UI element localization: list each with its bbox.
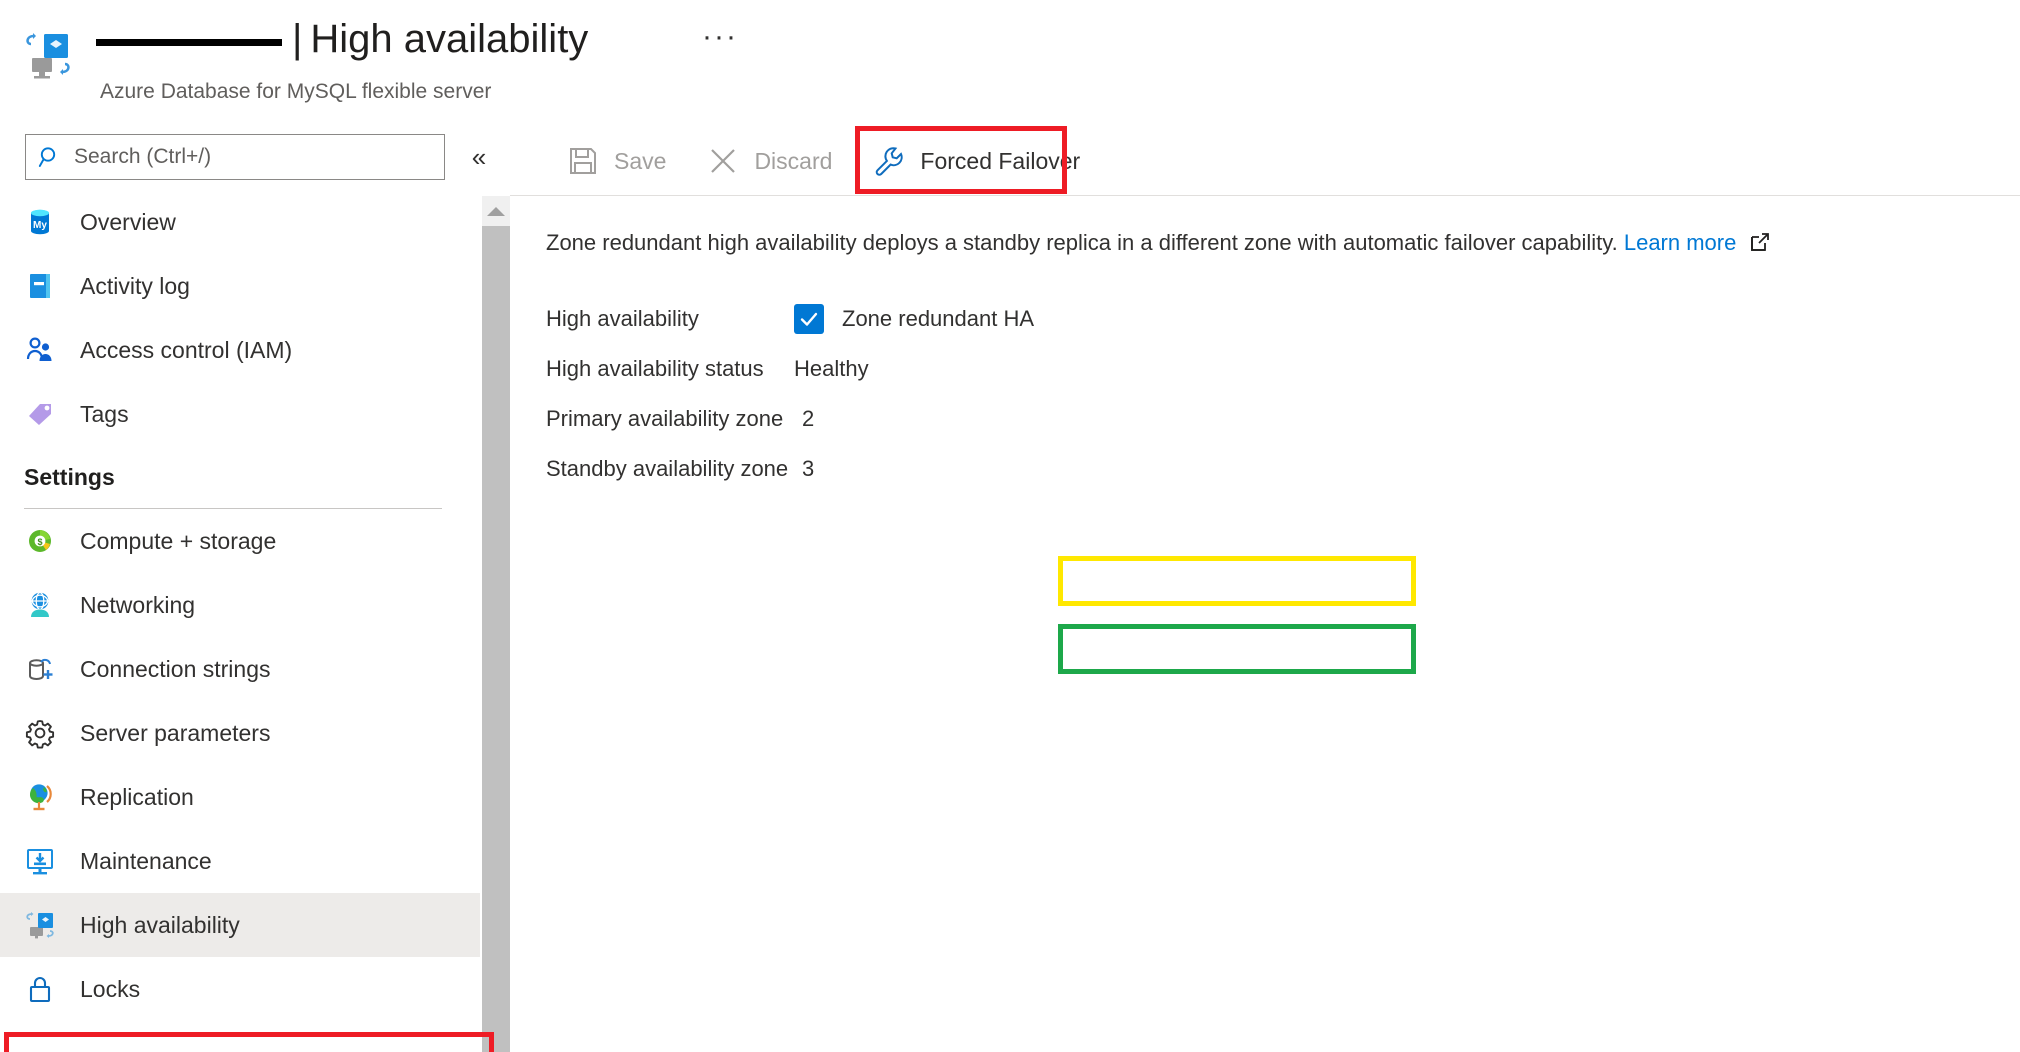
sidebar-item-server-parameters[interactable]: Server parameters: [0, 701, 498, 765]
search-icon: [38, 145, 62, 169]
row-label: Primary availability zone: [546, 405, 784, 431]
sidebar-item-tags[interactable]: Tags: [0, 382, 498, 446]
sidebar-item-label: Server parameters: [80, 719, 271, 746]
compute-storage-icon: $: [22, 523, 58, 559]
sidebar: « My Overview: [0, 118, 498, 1052]
checkbox-label: Zone redundant HA: [842, 305, 1035, 331]
ha-description: Zone redundant high availability deploys…: [546, 228, 2006, 258]
status-badge: Healthy: [794, 355, 869, 381]
sidebar-item-label: Replication: [80, 783, 194, 810]
sidebar-item-label: Overview: [80, 208, 176, 235]
wrench-icon: [872, 144, 906, 178]
row-label: Standby availability zone: [546, 455, 789, 481]
toolbar-divider: [510, 195, 2020, 196]
sidebar-item-access-control[interactable]: Access control (IAM): [0, 318, 498, 382]
collapse-sidebar-button[interactable]: «: [462, 142, 496, 174]
row-value: 3: [802, 455, 815, 481]
sidebar-item-label: Connection strings: [80, 655, 271, 682]
sidebar-item-label: Locks: [80, 975, 141, 1002]
ha-row-status: High availability status Healthy: [546, 344, 2006, 394]
high-availability-settings: Zone redundant high availability deploys…: [546, 228, 2006, 494]
row-value: 2: [802, 405, 815, 431]
sidebar-item-label: Networking: [80, 591, 196, 618]
networking-icon: [22, 587, 58, 623]
chevron-up-icon: [487, 206, 505, 216]
main-content: Save Discard Forced Failover Zone redund…: [510, 118, 2020, 1052]
sidebar-item-label: Activity log: [80, 272, 190, 299]
page-subtitle: Azure Database for MySQL flexible server: [100, 80, 492, 103]
row-label: High availability: [546, 305, 699, 331]
sidebar-item-label: Tags: [80, 400, 129, 427]
sidebar-item-label: Access control (IAM): [80, 336, 293, 363]
search-box[interactable]: [25, 134, 445, 180]
tag-icon: [22, 396, 58, 432]
learn-more-link[interactable]: Learn more: [1624, 230, 1737, 255]
ha-row-standby-zone: Standby availability zone 3: [546, 444, 2006, 494]
access-control-icon: [22, 332, 58, 368]
ha-description-text: Zone redundant high availability deploys…: [546, 230, 1618, 255]
sidebar-group-title-settings: Settings: [24, 463, 115, 490]
connection-strings-icon: [22, 651, 58, 687]
globe-icon: [22, 779, 58, 815]
sidebar-nav-list: My Overview Activity log Access control …: [0, 190, 498, 1021]
save-button-label: Save: [614, 147, 667, 174]
scrollbar-thumb[interactable]: [482, 226, 510, 1052]
search-input[interactable]: [72, 144, 412, 170]
gear-icon: [22, 715, 58, 751]
scroll-up-button[interactable]: [482, 196, 510, 226]
high-availability-icon: [22, 907, 58, 943]
azure-portal-high-availability-page: | High availability ··· Azure Database f…: [0, 0, 2020, 1052]
page-title: High availability: [310, 17, 589, 61]
zone-redundant-ha-checkbox[interactable]: [794, 303, 824, 334]
lock-icon: [22, 971, 58, 1007]
sidebar-item-activity-log[interactable]: Activity log: [0, 254, 498, 318]
close-icon: [706, 144, 740, 178]
sidebar-item-locks[interactable]: Locks: [0, 957, 498, 1021]
title-separator: |: [292, 17, 303, 61]
redacted-resource-name: [96, 38, 282, 46]
discard-button[interactable]: Discard: [690, 130, 848, 192]
sidebar-item-connection-strings[interactable]: Connection strings: [0, 637, 498, 701]
sidebar-item-maintenance[interactable]: Maintenance: [0, 829, 498, 893]
svg-text:$: $: [37, 537, 42, 547]
primary-zone-highlight: [1058, 556, 1416, 606]
mysql-ha-resource-icon: [22, 28, 74, 80]
page-header: | High availability ··· Azure Database f…: [0, 0, 2020, 118]
sidebar-item-overview[interactable]: My Overview: [0, 190, 498, 254]
discard-button-label: Discard: [754, 147, 833, 174]
ha-row-primary-zone: Primary availability zone 2: [546, 394, 2006, 444]
forced-failover-button[interactable]: Forced Failover: [856, 130, 1096, 192]
sidebar-item-networking[interactable]: Networking: [0, 573, 498, 637]
command-toolbar: Save Discard Forced Failover: [550, 128, 1096, 194]
sidebar-item-label: Maintenance: [80, 847, 212, 874]
row-value: Zone redundant HA: [794, 303, 1035, 334]
more-menu-button[interactable]: ···: [700, 22, 740, 60]
high-availability-nav-highlight: [4, 1032, 494, 1052]
activity-log-icon: [22, 268, 58, 304]
sidebar-item-label: High availability: [80, 911, 240, 938]
row-label: High availability status: [546, 355, 764, 381]
sidebar-item-compute-storage[interactable]: $ Compute + storage: [0, 509, 498, 573]
page-title-row: | High availability: [96, 8, 588, 70]
forced-failover-button-label: Forced Failover: [920, 147, 1081, 174]
sidebar-item-high-availability[interactable]: High availability: [0, 893, 480, 957]
svg-text:My: My: [33, 220, 47, 231]
maintenance-icon: [22, 843, 58, 879]
sidebar-item-label: Compute + storage: [80, 527, 277, 554]
save-icon: [566, 144, 600, 178]
sidebar-scrollbar[interactable]: [482, 196, 510, 1052]
ha-row-high-availability: High availability Zone redundant HA: [546, 294, 2006, 344]
sidebar-item-replication[interactable]: Replication: [0, 765, 498, 829]
standby-zone-highlight: [1058, 624, 1416, 674]
mysql-database-icon: My: [22, 204, 58, 240]
external-link-icon: [1750, 230, 1770, 251]
save-button[interactable]: Save: [550, 130, 682, 192]
